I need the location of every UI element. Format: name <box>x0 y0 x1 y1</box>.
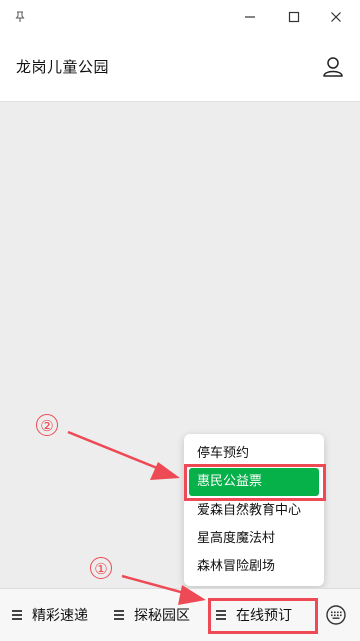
arrow-step-1 <box>121 574 206 605</box>
arrow-step-2 <box>67 430 180 480</box>
annotation-arrows <box>67 430 206 605</box>
